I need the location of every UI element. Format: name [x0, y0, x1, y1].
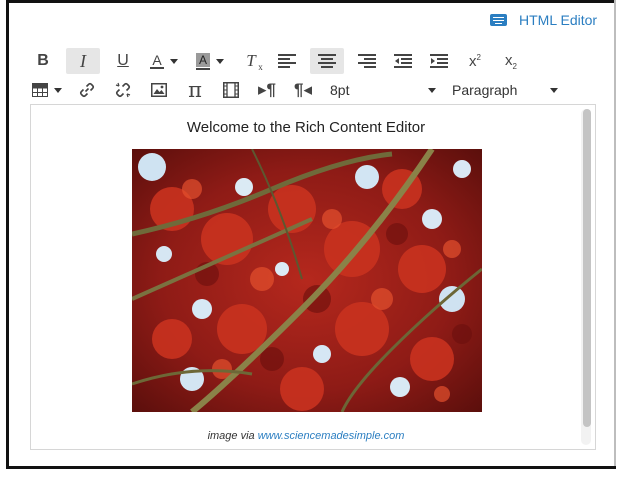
align-right-icon — [358, 54, 376, 68]
chevron-down-icon — [550, 88, 558, 93]
red-maple-leaves-photo[interactable] — [132, 149, 482, 412]
keyboard-icon — [490, 14, 507, 26]
media-button[interactable] — [218, 77, 244, 103]
paragraph-format-value: Paragraph — [452, 82, 518, 98]
underline-icon: U — [117, 52, 129, 69]
clear-formatting-button[interactable]: Tx — [238, 48, 264, 74]
toolbar-row-1: B I U A A Tx x2 x2 — [30, 47, 534, 75]
outdent-button[interactable] — [390, 48, 416, 74]
text-color-icon: A — [150, 53, 164, 69]
film-icon — [223, 82, 239, 98]
underline-button[interactable]: U — [110, 48, 136, 74]
align-center-icon — [318, 54, 336, 68]
photo-illustration — [132, 149, 482, 412]
html-editor-label: HTML Editor — [519, 12, 598, 28]
rtl-button[interactable]: ¶◂ — [290, 77, 316, 103]
image-icon — [151, 83, 167, 97]
editor-content-area[interactable]: Welcome to the Rich Content Editor image… — [30, 104, 596, 450]
clear-formatting-icon: Tx — [246, 51, 263, 72]
bold-icon: B — [37, 52, 49, 69]
scrollbar-thumb[interactable] — [583, 109, 591, 427]
font-size-select[interactable]: 8pt — [330, 77, 440, 103]
align-right-button[interactable] — [354, 48, 380, 74]
indent-button[interactable] — [426, 48, 452, 74]
superscript-icon: x2 — [469, 52, 481, 70]
html-editor-link[interactable]: HTML Editor — [490, 12, 597, 28]
align-left-button[interactable] — [274, 48, 300, 74]
frame-border-right — [614, 0, 616, 469]
ltr-icon: ▸¶ — [258, 80, 276, 99]
frame-border-top — [6, 0, 616, 3]
text-color-button[interactable]: A — [146, 48, 182, 74]
equation-button[interactable]: π — [182, 77, 208, 103]
subscript-icon: x2 — [505, 51, 517, 71]
editor-frame: HTML Editor B I U A A Tx x2 x2 π ▸¶ ¶◂ 8… — [0, 0, 627, 477]
table-icon — [32, 83, 48, 97]
chevron-down-icon — [170, 58, 178, 64]
background-color-button[interactable]: A — [192, 48, 228, 74]
chevron-down-icon — [428, 88, 436, 93]
chevron-down-icon — [216, 58, 224, 64]
content-heading: Welcome to the Rich Content Editor — [186, 119, 426, 136]
caption-source-link[interactable]: www.sciencemadesimple.com — [258, 430, 405, 442]
table-button[interactable] — [30, 77, 64, 103]
align-center-button[interactable] — [310, 48, 344, 74]
image-caption: image via www.sciencemadesimple.com — [31, 430, 581, 442]
italic-icon: I — [80, 50, 86, 71]
frame-border-bottom — [6, 466, 616, 469]
align-left-icon — [278, 54, 296, 68]
font-size-value: 8pt — [330, 82, 350, 98]
image-button[interactable] — [146, 77, 172, 103]
background-color-icon: A — [196, 52, 210, 70]
frame-border-left — [6, 0, 9, 468]
outdent-icon — [394, 54, 412, 68]
link-button[interactable] — [74, 77, 100, 103]
indent-icon — [430, 54, 448, 68]
rtl-icon: ¶◂ — [294, 80, 312, 99]
subscript-button[interactable]: x2 — [498, 48, 524, 74]
italic-button[interactable]: I — [66, 48, 100, 74]
link-icon — [79, 82, 95, 98]
caption-prefix: image via — [207, 430, 258, 442]
ltr-button[interactable]: ▸¶ — [254, 77, 280, 103]
paragraph-format-select[interactable]: Paragraph — [452, 77, 562, 103]
superscript-button[interactable]: x2 — [462, 48, 488, 74]
unlink-icon — [115, 82, 131, 98]
pi-icon: π — [188, 78, 202, 102]
chevron-down-icon — [54, 87, 62, 93]
unlink-button[interactable] — [110, 77, 136, 103]
toolbar-row-2: π ▸¶ ¶◂ 8pt Paragraph — [30, 76, 562, 104]
bold-button[interactable]: B — [30, 48, 56, 74]
